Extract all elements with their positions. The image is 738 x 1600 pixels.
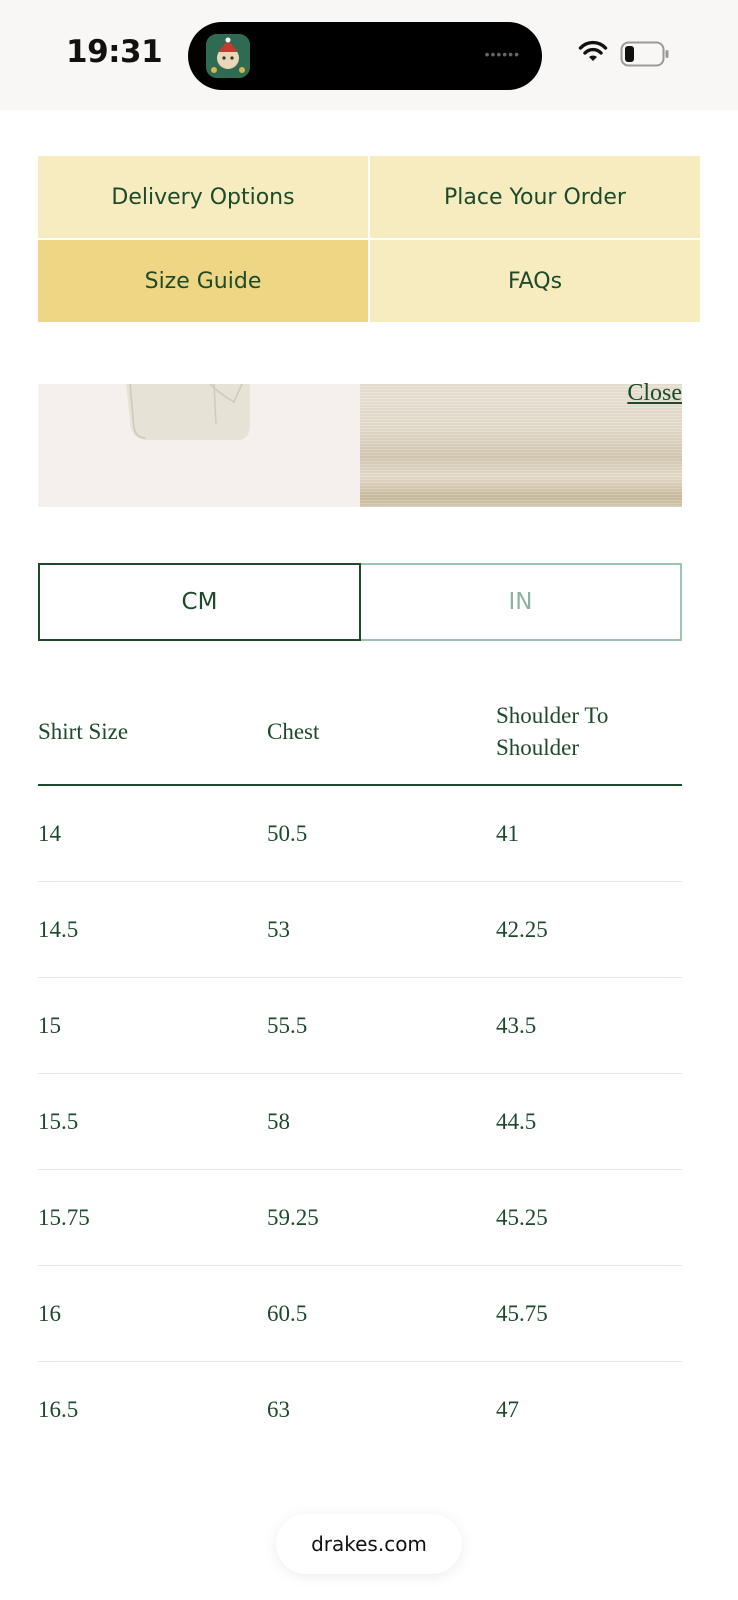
cell-shirt-size: 14 — [38, 785, 267, 882]
cell-shoulder: 44.5 — [496, 1073, 682, 1170]
cell-chest: 59.25 — [267, 1169, 496, 1266]
cell-shoulder: 47 — [496, 1396, 519, 1422]
table-row: 16.5 63 47 — [38, 1362, 682, 1458]
header-shirt-size: Shirt Size — [38, 680, 267, 786]
cell-shoulder: 41 — [496, 785, 682, 882]
dynamic-island: •••••• — [188, 22, 542, 90]
cell-chest: 60.5 — [267, 1265, 496, 1362]
header-chest: Chest — [267, 680, 496, 786]
unit-cm-button[interactable]: CM — [38, 563, 361, 641]
cell-shoulder: 45.25 — [496, 1169, 682, 1266]
browser-url-bar[interactable]: drakes.com — [276, 1514, 462, 1574]
activity-dots: •••••• — [484, 46, 520, 62]
cell-shirt-size: 15.5 — [38, 1073, 267, 1170]
cell-shirt-size: 15 — [38, 977, 267, 1074]
table-row: 14 50.5 41 — [38, 785, 682, 882]
cell-chest: 55.5 — [267, 977, 496, 1074]
cell-shoulder: 45.75 — [496, 1265, 682, 1362]
cell-shirt-size: 15.75 — [38, 1169, 267, 1266]
table-row: 15.75 59.25 45.25 — [38, 1169, 682, 1266]
status-bar: 19:31 •••••• — [0, 0, 738, 110]
header-shoulder: Shoulder To Shoulder — [496, 680, 682, 786]
app-icon — [206, 34, 250, 78]
tab-place-your-order[interactable]: Place Your Order — [370, 156, 700, 238]
cell-chest: 63 — [267, 1396, 290, 1422]
status-time: 19:31 — [66, 34, 163, 70]
wifi-icon — [578, 40, 608, 69]
info-tab-grid: Delivery Options Place Your Order Size G… — [38, 156, 700, 324]
cell-shoulder: 43.5 — [496, 977, 682, 1074]
cell-shirt-size: 16.5 — [38, 1396, 79, 1422]
cell-shirt-size: 16 — [38, 1265, 267, 1362]
table-row: 16 60.5 45.75 — [38, 1265, 682, 1362]
table-row: 15.5 58 44.5 — [38, 1073, 682, 1170]
cell-chest: 53 — [267, 881, 496, 978]
table-header-row: Shirt Size Chest Shoulder To Shoulder — [38, 680, 682, 786]
cell-shoulder: 42.25 — [496, 881, 682, 978]
cell-shirt-size: 14.5 — [38, 881, 267, 978]
close-button[interactable]: Close — [627, 380, 682, 407]
tab-size-guide[interactable]: Size Guide — [38, 240, 368, 322]
unit-in-button[interactable]: IN — [361, 563, 682, 641]
tab-faqs[interactable]: FAQs — [370, 240, 700, 322]
tab-delivery-options[interactable]: Delivery Options — [38, 156, 368, 238]
header-shoulder-label: Shoulder To Shoulder — [496, 703, 609, 760]
cell-chest: 58 — [267, 1073, 496, 1170]
product-image-shirt — [38, 384, 360, 507]
table-row: 14.5 53 42.25 — [38, 881, 682, 978]
unit-toggle: CM IN — [38, 563, 682, 641]
battery-icon — [620, 41, 670, 72]
table-row: 15 55.5 43.5 — [38, 977, 682, 1074]
cell-chest: 50.5 — [267, 785, 496, 882]
size-table: Shirt Size Chest Shoulder To Shoulder 14… — [38, 680, 682, 1457]
